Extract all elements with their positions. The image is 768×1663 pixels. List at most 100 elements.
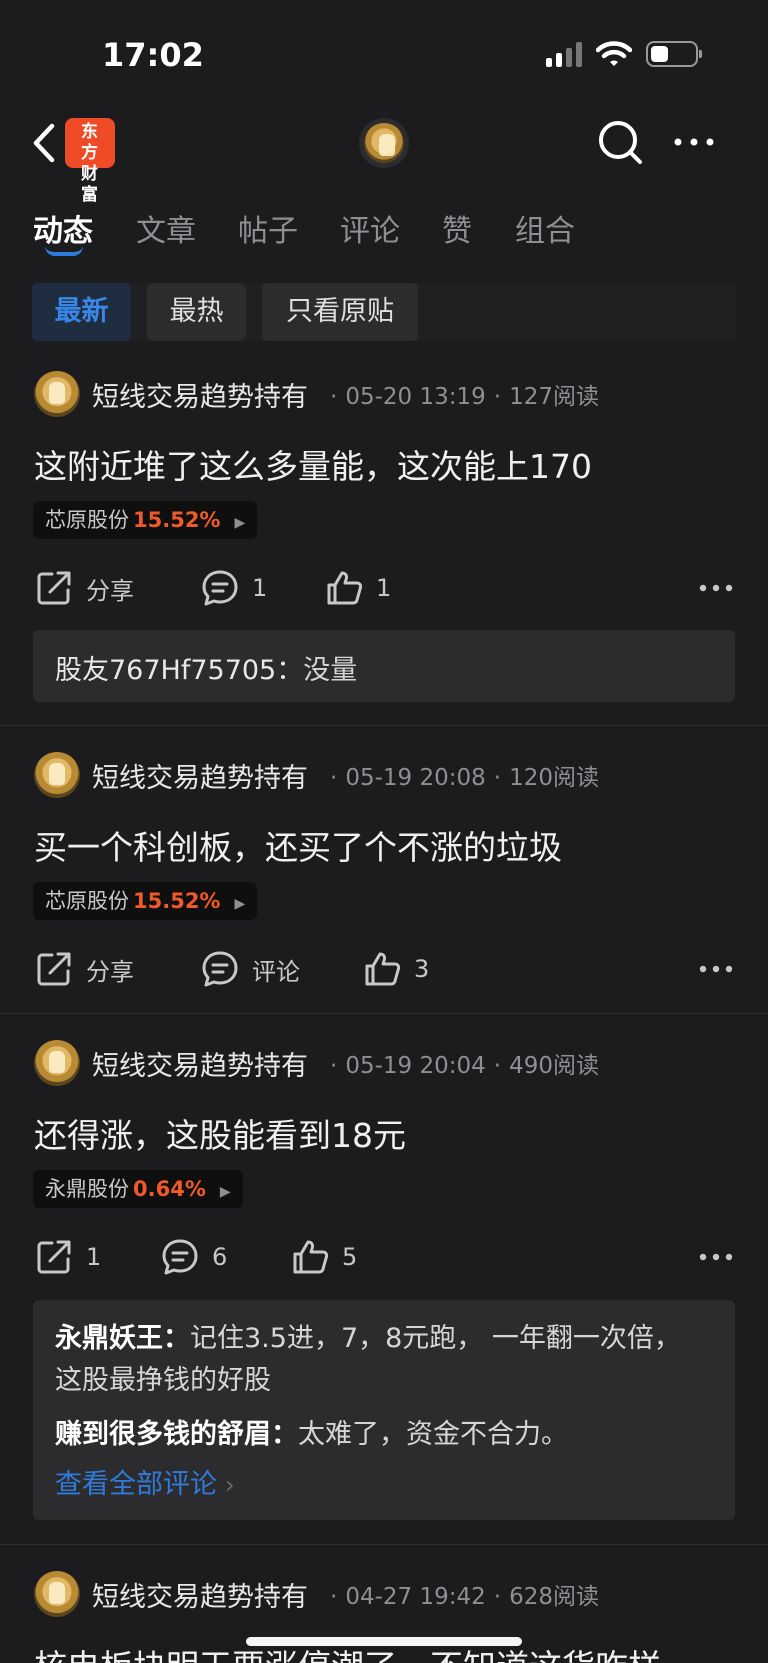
stock-name: 芯原股份 xyxy=(45,508,129,532)
comment-icon xyxy=(162,1239,198,1275)
comment-label: 评论 xyxy=(252,957,300,986)
tab-posts[interactable]: 帖子 xyxy=(238,206,298,250)
tab-dynamic[interactable]: 动态 xyxy=(33,206,93,250)
home-indicator[interactable] xyxy=(246,1637,522,1646)
tab-likes[interactable]: 赞 xyxy=(442,206,472,250)
profile-avatar[interactable] xyxy=(359,118,409,168)
thumbs-up-icon xyxy=(293,1240,329,1274)
thumbs-up-icon xyxy=(365,952,401,986)
like-button[interactable]: 5 xyxy=(290,1235,357,1279)
author-name[interactable]: 短线交易趋势持有 xyxy=(92,1044,308,1083)
filter-original-only[interactable]: 只看原贴 xyxy=(262,283,418,341)
back-chevron-icon[interactable] xyxy=(26,118,66,168)
post-card: 短线交易趋势持有 · 05-20 13:19 · 127阅读 这附近堆了这么多量能，这… xyxy=(0,360,768,726)
post-actions: 1 6 5 xyxy=(34,1235,734,1279)
stock-tag[interactable]: 芯原股份 15.52% ▶ xyxy=(33,501,258,539)
nav-bar: 东方财富 xyxy=(0,100,768,205)
author-avatar[interactable] xyxy=(34,1571,80,1617)
post-meta: · 05-20 13:19 · 127阅读 xyxy=(330,384,599,410)
post-header: 短线交易趋势持有 · 05-19 20:08 · 120阅读 xyxy=(34,752,599,798)
author-name[interactable]: 短线交易趋势持有 xyxy=(92,1575,308,1614)
more-options-icon[interactable] xyxy=(670,122,718,162)
post-actions: 分享 评论 3 xyxy=(34,947,734,991)
battery-icon xyxy=(646,41,702,67)
post-text[interactable]: 买一个科创板，还买了个不涨的垃圾 xyxy=(34,821,562,869)
share-icon xyxy=(37,1240,71,1274)
post-meta: · 05-19 20:04 · 490阅读 xyxy=(330,1053,599,1079)
post-more-icon[interactable] xyxy=(698,949,734,989)
status-time: 17:02 xyxy=(102,36,204,74)
comment-line: 赚到很多钱的舒眉：太难了，资金不合力。 xyxy=(55,1412,568,1451)
post-actions: 分享 1 1 xyxy=(34,566,734,610)
filter-hot[interactable]: 最热 xyxy=(147,283,246,341)
stock-change: 15.52% xyxy=(133,508,221,532)
comment-line: 永鼎妖王：记住3.5进，7，8元跑， 一年翻一次倍， xyxy=(55,1316,681,1355)
post-reads: 490阅读 xyxy=(509,1053,599,1079)
search-icon[interactable] xyxy=(596,118,646,168)
tab-comments[interactable]: 评论 xyxy=(340,206,400,250)
view-all-label: 查看全部评论 xyxy=(55,1469,217,1500)
author-avatar[interactable] xyxy=(34,371,80,417)
comment-preview[interactable]: 股友767Hf75705：没量 xyxy=(33,630,735,702)
stock-tag[interactable]: 芯原股份 15.52% ▶ xyxy=(33,882,258,920)
like-count: 3 xyxy=(414,955,430,983)
comment-text: 没量 xyxy=(303,655,358,686)
view-all-comments-link[interactable]: 查看全部评论 › xyxy=(55,1462,235,1501)
share-button[interactable]: 分享 xyxy=(34,566,134,610)
post-meta: · 04-27 19:42 · 628阅读 xyxy=(330,1584,599,1610)
share-button[interactable]: 分享 xyxy=(34,947,134,991)
post-card: 短线交易趋势持有 · 05-19 20:08 · 120阅读 买一个科创板，还买了个不… xyxy=(0,727,768,1014)
status-icons xyxy=(546,40,702,68)
author-avatar[interactable] xyxy=(34,752,80,798)
stock-name: 永鼎股份 xyxy=(45,1177,129,1201)
app-logo[interactable]: 东方财富 xyxy=(65,118,115,205)
like-count: 5 xyxy=(342,1243,358,1271)
comment-preview[interactable]: 永鼎妖王：记住3.5进，7，8元跑， 一年翻一次倍， 这股最挣钱的好股 赚到很多… xyxy=(33,1300,735,1520)
thumbs-up-icon xyxy=(327,571,363,605)
share-button[interactable]: 1 xyxy=(34,1235,101,1279)
share-icon xyxy=(37,571,71,605)
post-reads: 120阅读 xyxy=(509,765,599,791)
comment-button[interactable]: 评论 xyxy=(200,947,300,991)
tab-active-indicator xyxy=(45,246,83,256)
stock-change: 0.64% xyxy=(133,1177,206,1201)
author-name[interactable]: 短线交易趋势持有 xyxy=(92,375,308,414)
like-button[interactable]: 1 xyxy=(324,566,391,610)
wifi-icon xyxy=(596,41,632,66)
post-more-icon[interactable] xyxy=(698,1237,734,1277)
comment-count: 6 xyxy=(212,1243,228,1271)
post-text[interactable]: 这附近堆了这么多量能，这次能上170 xyxy=(34,440,592,488)
comment-button[interactable]: 6 xyxy=(160,1235,227,1279)
post-time: 05-19 20:08 xyxy=(345,765,486,791)
share-icon xyxy=(37,952,71,986)
comment-text: 记住3.5进，7，8元跑， 一年翻一次倍， xyxy=(190,1323,681,1354)
chevron-right-icon: › xyxy=(225,1471,235,1499)
tab-articles[interactable]: 文章 xyxy=(136,206,196,250)
comment-icon xyxy=(202,951,238,987)
status-bar: 17:02 xyxy=(0,0,768,100)
author-name[interactable]: 短线交易趋势持有 xyxy=(92,756,308,795)
tab-portfolio[interactable]: 组合 xyxy=(515,206,575,250)
comment-user[interactable]: 赚到很多钱的舒眉： xyxy=(55,1419,298,1450)
comment-user[interactable]: 股友767Hf75705： xyxy=(55,655,303,686)
post-header: 短线交易趋势持有 · 05-20 13:19 · 127阅读 xyxy=(34,371,599,417)
filter-latest[interactable]: 最新 xyxy=(32,283,131,341)
post-more-icon[interactable] xyxy=(698,568,734,608)
post-time: 04-27 19:42 xyxy=(345,1584,486,1610)
post-text[interactable]: 还得涨，这股能看到18元 xyxy=(34,1109,406,1157)
comment-line: 股友767Hf75705：没量 xyxy=(55,648,357,687)
comment-text: 太难了，资金不合力。 xyxy=(298,1419,568,1450)
comment-user[interactable]: 永鼎妖王： xyxy=(55,1323,190,1354)
play-arrow-icon: ▶ xyxy=(234,896,246,912)
post-reads: 628阅读 xyxy=(509,1584,599,1610)
stock-tag[interactable]: 永鼎股份 0.64% ▶ xyxy=(33,1170,243,1208)
like-button[interactable]: 3 xyxy=(362,947,429,991)
comment-button[interactable]: 1 xyxy=(200,566,267,610)
post-time: 05-19 20:04 xyxy=(345,1053,486,1079)
author-avatar[interactable] xyxy=(34,1040,80,1086)
post-header: 短线交易趋势持有 · 05-19 20:04 · 490阅读 xyxy=(34,1040,599,1086)
play-arrow-icon: ▶ xyxy=(219,1184,231,1200)
comment-icon xyxy=(202,570,238,606)
profile-avatar-image xyxy=(364,123,404,163)
stock-name: 芯原股份 xyxy=(45,889,129,913)
